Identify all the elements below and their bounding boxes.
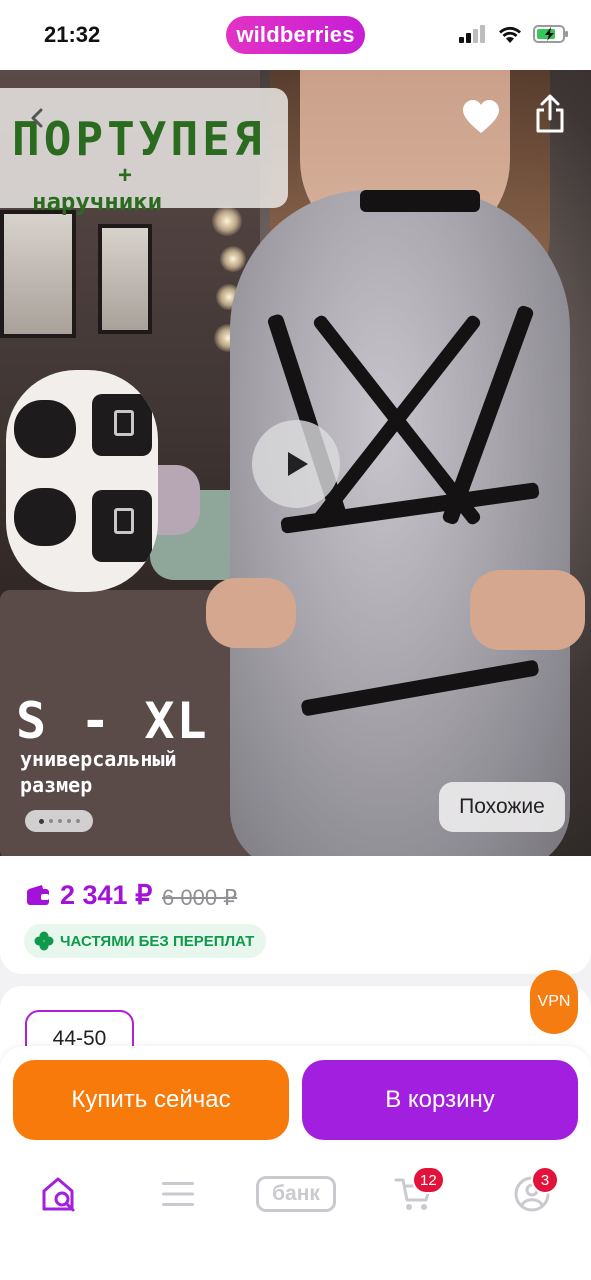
bank-label: банк bbox=[256, 1176, 336, 1212]
home-search-icon bbox=[42, 1177, 75, 1212]
cellular-signal-icon bbox=[459, 25, 485, 43]
cuff bbox=[14, 488, 76, 546]
purchase-actions: Купить сейчас В корзину bbox=[0, 1046, 591, 1156]
model-hand bbox=[206, 578, 296, 648]
carousel-dot bbox=[75, 819, 80, 823]
battery-charging-icon bbox=[533, 25, 568, 43]
carousel-dots[interactable] bbox=[25, 810, 93, 832]
carousel-dot bbox=[48, 819, 53, 823]
current-price: 2 341 ₽ bbox=[60, 880, 153, 910]
wifi-icon bbox=[499, 26, 521, 43]
promo-title: ПОРТУПЕЯ bbox=[12, 112, 266, 166]
product-page: 21:32 wildberries ПОРТУПЕЯ + наручники S… bbox=[0, 0, 591, 1280]
buy-now-button[interactable]: Купить сейчас bbox=[13, 1060, 289, 1140]
wall-picture bbox=[0, 210, 76, 338]
menu-icon bbox=[162, 1182, 194, 1206]
clover-icon bbox=[34, 931, 54, 951]
bokeh-light bbox=[212, 206, 242, 236]
model-hand bbox=[470, 570, 585, 650]
bottom-tab-bar: банк 12 3 bbox=[0, 1156, 591, 1280]
profile-badge: 3 bbox=[531, 1166, 559, 1194]
product-image-carousel[interactable]: ПОРТУПЕЯ + наручники S - XL универсальны… bbox=[0, 70, 591, 856]
buckle bbox=[114, 508, 134, 534]
status-time: 21:32 bbox=[44, 22, 101, 47]
add-to-cart-button[interactable]: В корзину bbox=[302, 1060, 578, 1140]
status-icons bbox=[459, 24, 569, 44]
size-range-overlay: S - XL bbox=[16, 692, 209, 750]
cart-badge: 12 bbox=[412, 1166, 445, 1194]
carousel-dot bbox=[66, 819, 71, 823]
similar-button[interactable]: Похожие bbox=[439, 782, 565, 832]
cuff bbox=[14, 400, 76, 458]
tab-bank[interactable]: банк bbox=[256, 1174, 336, 1214]
vpn-indicator[interactable]: VPN bbox=[530, 970, 578, 1034]
play-icon bbox=[288, 452, 308, 476]
carousel-dot bbox=[38, 818, 44, 824]
size-note-overlay: универсальный размер bbox=[20, 747, 177, 797]
tab-catalog[interactable] bbox=[154, 1174, 202, 1214]
handcuffs-inset bbox=[6, 370, 158, 592]
promo-plus: + bbox=[118, 162, 133, 189]
price-card: 2 341 ₽ 6 000 ₽ ЧАСТЯМИ БЕЗ ПЕРЕПЛАТ bbox=[0, 856, 591, 974]
share-icon[interactable] bbox=[533, 94, 567, 134]
tab-home[interactable] bbox=[36, 1174, 84, 1214]
wallet-icon bbox=[27, 885, 49, 905]
promo-subtitle: наручники bbox=[32, 188, 163, 216]
old-price: 6 000 ₽ bbox=[162, 885, 238, 910]
play-video-button[interactable] bbox=[252, 420, 340, 508]
installment-badge[interactable]: ЧАСТЯМИ БЕЗ ПЕРЕПЛАТ bbox=[24, 924, 267, 958]
buckle bbox=[114, 410, 134, 436]
back-arrow-icon[interactable] bbox=[28, 108, 48, 128]
carousel-dot bbox=[57, 819, 62, 823]
heart-icon[interactable] bbox=[462, 100, 500, 134]
installment-label: ЧАСТЯМИ БЕЗ ПЕРЕПЛАТ bbox=[60, 932, 255, 950]
status-bar: 21:32 wildberries bbox=[0, 0, 591, 70]
bokeh-light bbox=[220, 246, 246, 272]
wall-picture bbox=[98, 224, 152, 334]
harness-strap bbox=[360, 190, 480, 212]
brand-logo: wildberries bbox=[226, 16, 365, 54]
promo-banner: ПОРТУПЕЯ + наручники bbox=[0, 88, 288, 216]
